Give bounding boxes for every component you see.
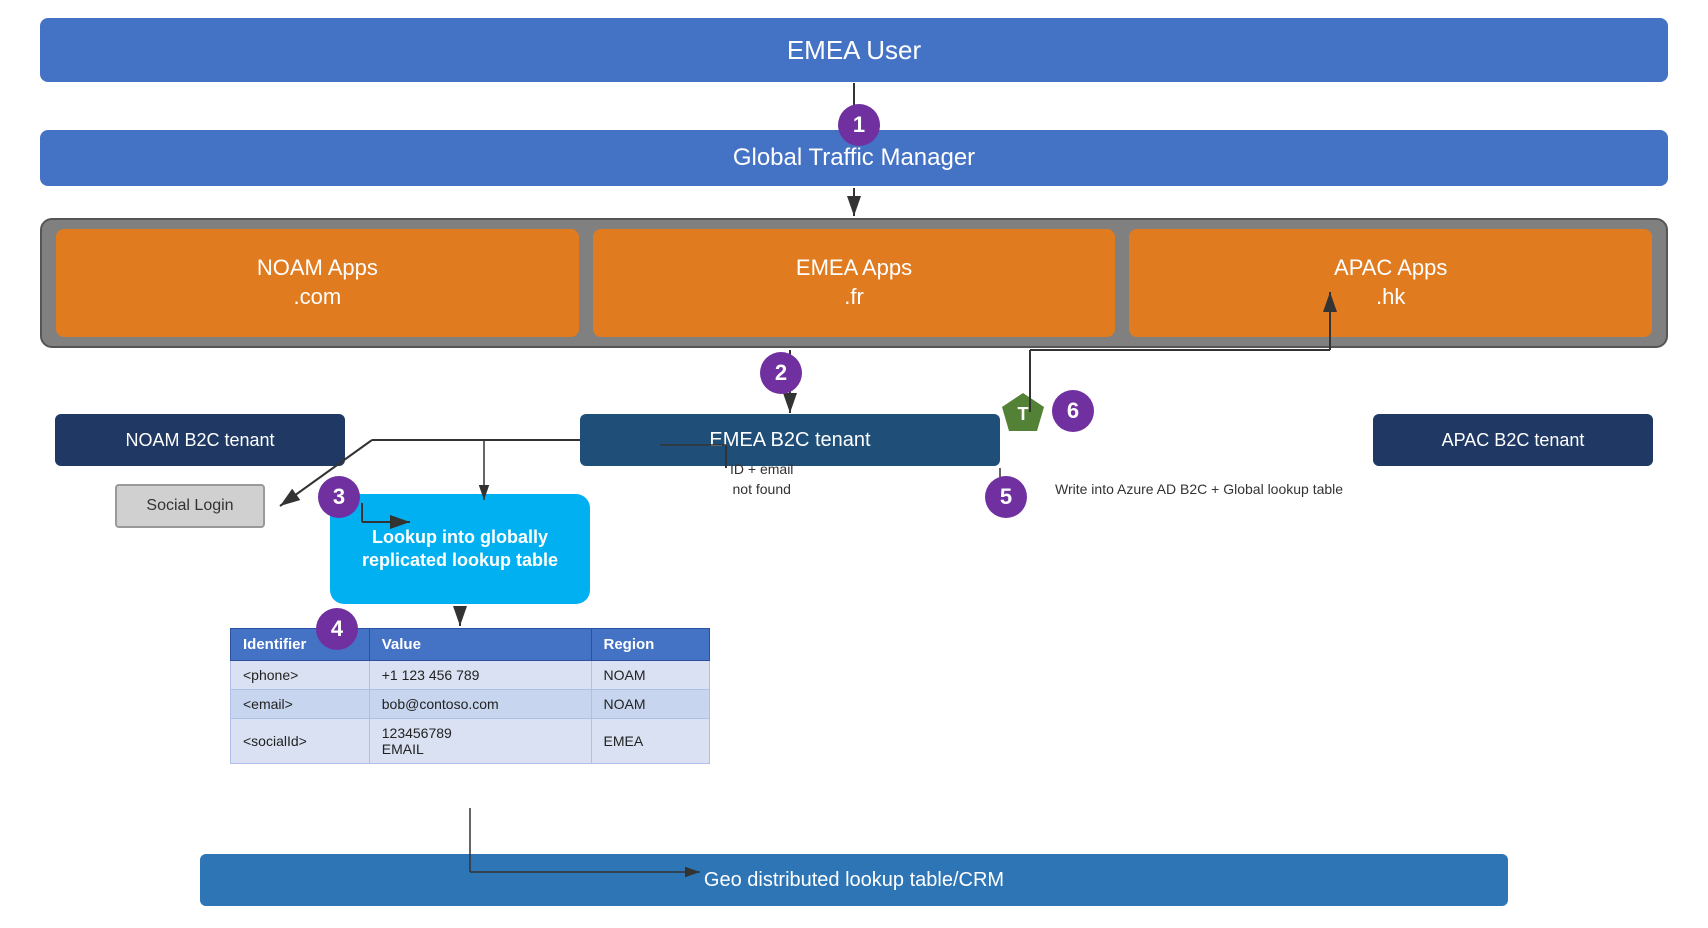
apps-container: NOAM Apps.com EMEA Apps.fr APAC Apps.hk xyxy=(40,218,1668,348)
lookup-bubble: Lookup into globally replicated lookup t… xyxy=(330,494,590,604)
emea-b2c-label: EMEA B2C tenant xyxy=(709,429,870,452)
geo-bar-label: Geo distributed lookup table/CRM xyxy=(704,869,1004,892)
social-login-box: Social Login xyxy=(115,484,265,528)
badge-6: 6 xyxy=(1052,390,1094,432)
noam-b2c-label: NOAM B2C tenant xyxy=(125,430,274,451)
emea-app-label: EMEA Apps.fr xyxy=(796,254,912,311)
badge-3: 3 xyxy=(318,476,360,518)
emea-user-label: EMEA User xyxy=(787,35,921,66)
noam-b2c-bar: NOAM B2C tenant xyxy=(55,414,345,466)
badge-1: 1 xyxy=(838,104,880,146)
apac-app-label: APAC Apps.hk xyxy=(1334,254,1447,311)
emea-app-box: EMEA Apps.fr xyxy=(593,229,1116,337)
social-login-label: Social Login xyxy=(146,497,233,515)
lookup-table: Identifier Value Region <phone> +1 123 4… xyxy=(230,628,710,764)
emea-b2c-bar: EMEA B2C tenant xyxy=(580,414,1000,466)
cell-social-id: <socialId> xyxy=(231,719,370,764)
write-label: Write into Azure AD B2C + Global lookup … xyxy=(1055,480,1343,500)
gtm-label: Global Traffic Manager xyxy=(733,144,975,172)
emea-user-bar: EMEA User xyxy=(40,18,1668,82)
cell-phone-id: <phone> xyxy=(231,661,370,690)
pentagon-t-icon: T xyxy=(1000,390,1046,436)
badge-5: 5 xyxy=(985,476,1027,518)
lookup-bubble-label: Lookup into globally replicated lookup t… xyxy=(340,526,580,573)
noam-app-box: NOAM Apps.com xyxy=(56,229,579,337)
badge-2: 2 xyxy=(760,352,802,394)
apac-b2c-bar: APAC B2C tenant xyxy=(1373,414,1653,466)
cell-phone-val: +1 123 456 789 xyxy=(369,661,591,690)
cell-email-val: bob@contoso.com xyxy=(369,690,591,719)
table-row: <email> bob@contoso.com NOAM xyxy=(231,690,710,719)
cell-email-id: <email> xyxy=(231,690,370,719)
id-not-found-label: ID + emailnot found xyxy=(730,460,793,499)
cell-email-region: NOAM xyxy=(591,690,710,719)
cell-social-region: EMEA xyxy=(591,719,710,764)
table-row: <socialId> 123456789EMAIL EMEA xyxy=(231,719,710,764)
noam-app-label: NOAM Apps.com xyxy=(257,254,378,311)
cell-phone-region: NOAM xyxy=(591,661,710,690)
badge-4: 4 xyxy=(316,608,358,650)
geo-bar: Geo distributed lookup table/CRM xyxy=(200,854,1508,906)
svg-text:T: T xyxy=(1018,404,1029,424)
col-header-value: Value xyxy=(369,629,591,661)
col-header-region: Region xyxy=(591,629,710,661)
apac-app-box: APAC Apps.hk xyxy=(1129,229,1652,337)
diagram: EMEA User 1 Global Traffic Manager NOAM … xyxy=(0,0,1708,928)
table-row: <phone> +1 123 456 789 NOAM xyxy=(231,661,710,690)
cell-social-val: 123456789EMAIL xyxy=(369,719,591,764)
apac-b2c-label: APAC B2C tenant xyxy=(1442,430,1585,451)
